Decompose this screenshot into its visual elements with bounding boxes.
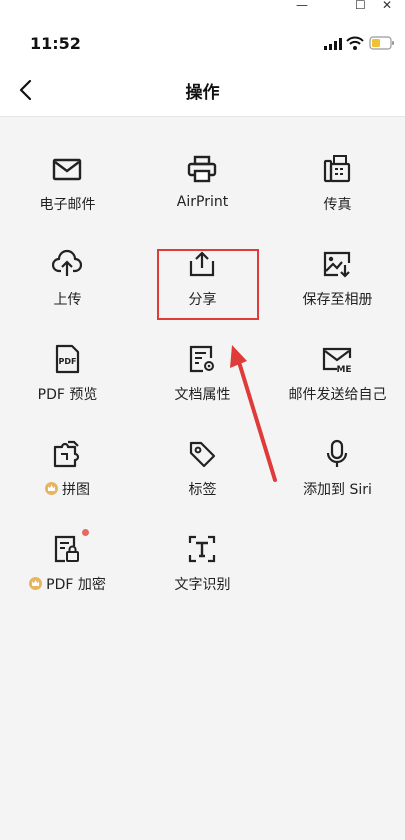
microphone-icon (326, 439, 348, 467)
action-label: 添加到 Siri (303, 482, 372, 498)
status-time: 11:52 (30, 34, 81, 53)
mail-icon (52, 158, 82, 181)
premium-crown-icon (45, 482, 58, 495)
svg-text:PDF: PDF (59, 357, 77, 366)
printer-icon (187, 155, 217, 183)
status-bar: 11:52 (0, 14, 405, 64)
minimize-button[interactable]: — (296, 0, 308, 12)
tag-icon (189, 441, 216, 468)
action-pdf-encrypt[interactable]: PDF 加密 (0, 496, 135, 594)
action-puzzle[interactable]: 拼图 (0, 401, 135, 498)
action-label: PDF 加密 (0, 574, 135, 594)
nav-bar: 操作 (0, 64, 405, 117)
svg-text:ME: ME (336, 365, 351, 374)
action-ocr[interactable]: 文字识别 (135, 496, 270, 593)
action-label: AirPrint (176, 194, 229, 210)
action-tag[interactable]: 标签 (135, 401, 270, 498)
action-fax[interactable]: 传真 (270, 116, 405, 213)
action-pdf-preview[interactable]: PDF PDF 预览 (0, 306, 135, 403)
action-doc-properties[interactable]: 文档属性 (135, 306, 270, 403)
window-controls: — ☐ ✕ (0, 0, 405, 14)
action-mail-self[interactable]: ME 邮件发送给自己 (270, 306, 405, 403)
premium-crown-icon (29, 577, 43, 590)
wifi-icon (346, 36, 364, 50)
notification-dot (82, 529, 89, 536)
action-add-siri[interactable]: 添加到 Siri (270, 401, 405, 498)
pdf-lock-icon (54, 535, 79, 563)
action-save-album[interactable]: 保存至相册 (270, 211, 405, 308)
text-recognition-icon (188, 535, 216, 563)
battery-icon (369, 36, 394, 50)
mail-me-icon: ME (322, 347, 352, 374)
page-title: 操作 (185, 83, 220, 103)
maximize-button[interactable]: ☐ (355, 0, 366, 12)
fax-icon (323, 155, 351, 183)
pdf-preview-icon: PDF (55, 344, 80, 374)
highlight-box (157, 249, 259, 320)
action-upload[interactable]: 上传 (0, 211, 135, 308)
signal-icon (324, 38, 342, 50)
doc-properties-icon (189, 345, 214, 373)
save-image-icon (323, 251, 351, 278)
close-window-button[interactable]: ✕ (382, 0, 392, 12)
action-airprint[interactable]: AirPrint (135, 116, 270, 211)
cloud-upload-icon (52, 249, 82, 276)
action-label: 文字识别 (174, 577, 231, 593)
puzzle-icon (53, 440, 80, 468)
action-email[interactable]: 电子邮件 (0, 116, 135, 213)
